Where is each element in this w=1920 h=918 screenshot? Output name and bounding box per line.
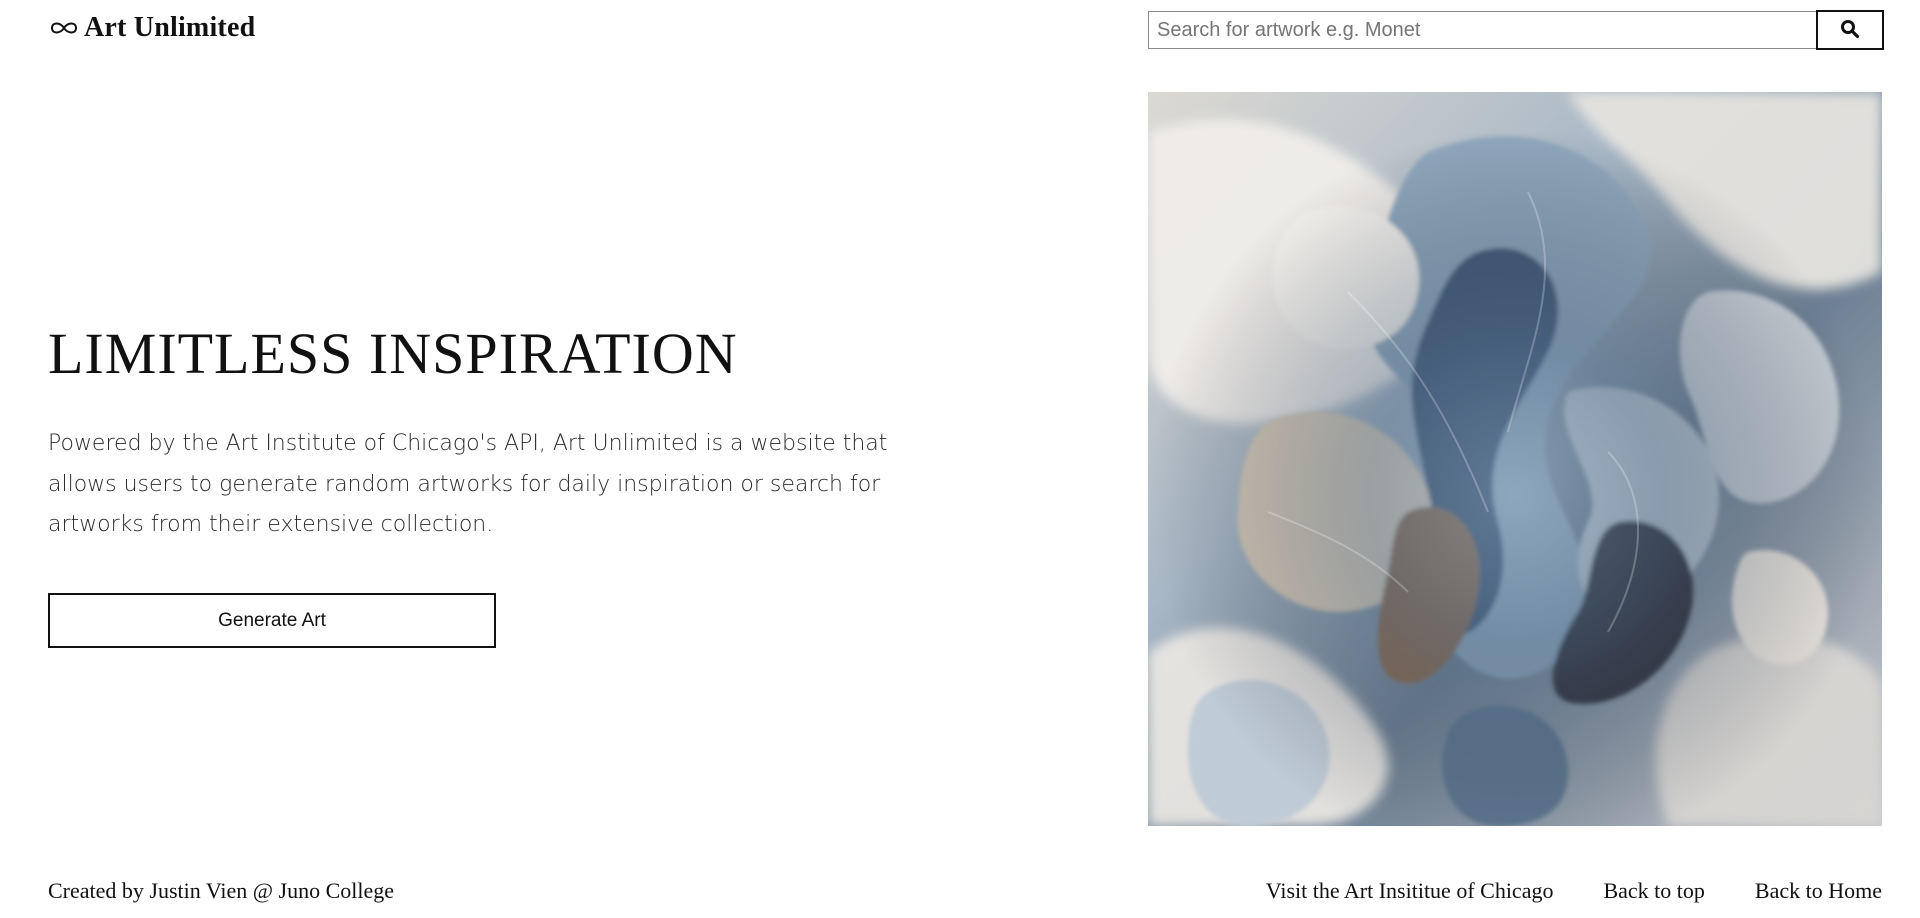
footer-link-back-to-home[interactable]: Back to Home [1755,878,1882,904]
featured-artwork-image [1148,92,1882,826]
infinity-icon [48,19,80,37]
site-footer: Created by Justin Vien @ Juno College Vi… [0,872,1920,918]
generate-art-button[interactable]: Generate Art [48,593,496,648]
footer-nav: Visit the Art Insititue of Chicago Back … [1266,878,1882,904]
footer-link-art-institute[interactable]: Visit the Art Insititue of Chicago [1266,878,1554,904]
logo-text: Art Unlimited [84,12,256,43]
footer-link-back-to-top[interactable]: Back to top [1603,878,1704,904]
footer-credit: Created by Justin Vien @ Juno College [48,878,395,903]
search-icon [1840,19,1860,42]
search-form [1148,10,1884,50]
search-input[interactable] [1148,11,1816,49]
site-header: Art Unlimited [0,0,1920,60]
artwork-illustration [1148,92,1882,826]
hero-description: Powered by the Art Institute of Chicago'… [48,431,888,537]
search-button[interactable] [1816,10,1884,50]
logo-link[interactable]: Art Unlimited [48,12,255,44]
page-title: LIMITLESS INSPIRATION [48,321,738,386]
